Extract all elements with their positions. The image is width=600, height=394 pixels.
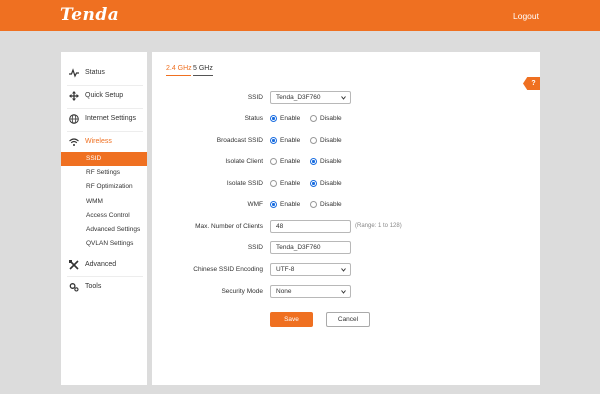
security-mode-value: None [276, 288, 292, 295]
submenu-rf-settings[interactable]: RF Settings [61, 166, 147, 180]
sidebar-item-internet-settings[interactable]: Internet Settings [61, 108, 147, 130]
save-button[interactable]: Save [270, 312, 313, 327]
submenu-label: Access Control [86, 212, 130, 219]
submenu-label: Advanced Settings [86, 226, 141, 233]
isolate-ssid-disable-radio[interactable] [310, 180, 317, 187]
sidebar-item-label: Advanced [85, 261, 117, 268]
cancel-button[interactable]: Cancel [326, 312, 370, 327]
submenu-label: WMM [86, 198, 103, 205]
sidebar-item-label: Status [85, 69, 105, 76]
ssid-input[interactable]: Tenda_D3F760 [270, 241, 351, 254]
broadcast-disable-label: Disable [320, 137, 342, 144]
status-enable-radio[interactable] [270, 115, 277, 122]
submenu-label: RF Optimization [86, 183, 133, 190]
wmf-enable-radio[interactable] [270, 201, 277, 208]
max-clients-label: Max. Number of Clients [195, 223, 263, 230]
submenu-label: SSID [86, 155, 102, 162]
submenu-advanced-settings[interactable]: Advanced Settings [61, 223, 147, 237]
tab-2-4ghz[interactable]: 2.4 GHz [166, 65, 192, 72]
submenu-ssid[interactable]: SSID [61, 152, 147, 166]
security-mode-label: Security Mode [221, 288, 263, 295]
max-clients-input[interactable]: 48 [270, 220, 351, 233]
globe-icon [69, 114, 79, 124]
sidebar-item-status[interactable]: Status [61, 62, 147, 84]
max-clients-value: 48 [276, 223, 284, 230]
isolate-client-disable-radio[interactable] [310, 158, 317, 165]
ssid-select-value: Tenda_D3F760 [276, 94, 321, 101]
wmf-disable-label: Disable [320, 201, 342, 208]
help-button[interactable]: ? [523, 77, 540, 90]
status-label: Status [244, 115, 263, 122]
wifi-icon [69, 138, 79, 146]
sidebar-item-label: Wireless [85, 138, 112, 145]
broadcast-ssid-label: Broadcast SSID [216, 137, 263, 144]
submenu-access-control[interactable]: Access Control [61, 209, 147, 223]
wmf-label: WMF [247, 201, 263, 208]
broadcast-disable-radio[interactable] [310, 137, 317, 144]
broadcast-enable-radio[interactable] [270, 137, 277, 144]
encoding-select-value: UTF-8 [276, 266, 295, 273]
sidebar-item-label: Internet Settings [85, 115, 136, 122]
encoding-label: Chinese SSID Encoding [193, 266, 263, 273]
sidebar-item-advanced[interactable]: Advanced [61, 254, 147, 276]
sidebar-item-label: Quick Setup [85, 92, 124, 99]
submenu-wmm[interactable]: WMM [61, 195, 147, 209]
max-clients-range-hint: (Range: 1 to 128) [355, 223, 402, 229]
pulse-icon [69, 68, 79, 78]
sidebar-item-wireless[interactable]: Wireless [61, 131, 147, 153]
status-enable-label: Enable [280, 115, 301, 122]
tab-underline [193, 75, 213, 76]
ssid-select-label: SSID [247, 94, 263, 101]
isolate-client-enable-label: Enable [280, 158, 301, 165]
isolate-client-disable-label: Disable [320, 158, 342, 165]
brand-logo: Tenda [60, 5, 120, 25]
submenu-label: QVLAN Settings [86, 240, 134, 247]
broadcast-enable-label: Enable [280, 137, 301, 144]
isolate-ssid-label: Isolate SSID [226, 180, 263, 187]
sidebar: Status Quick Setup Internet Settings Wir… [61, 52, 147, 385]
logout-link[interactable]: Logout [513, 11, 539, 21]
ssid-select[interactable]: Tenda_D3F760 [270, 91, 351, 104]
sidebar-item-quick-setup[interactable]: Quick Setup [61, 85, 147, 107]
isolate-client-label: Isolate Client [225, 158, 263, 165]
tab-5ghz[interactable]: 5 GHz [193, 65, 213, 72]
main-panel: 2.4 GHz 5 GHz ? SSID Tenda_D3F760 Status… [152, 52, 540, 385]
isolate-ssid-enable-label: Enable [280, 180, 301, 187]
sidebar-item-label: Tools [85, 283, 102, 290]
chevron-down-icon [341, 290, 346, 294]
isolate-client-enable-radio[interactable] [270, 158, 277, 165]
isolate-ssid-enable-radio[interactable] [270, 180, 277, 187]
chevron-down-icon [341, 96, 346, 100]
submenu-label: RF Settings [86, 169, 120, 176]
tab-active-underline [166, 75, 191, 76]
wmf-disable-radio[interactable] [310, 201, 317, 208]
chevron-down-icon [341, 268, 346, 272]
ssid-input-label: SSID [247, 244, 263, 251]
top-bar: Tenda Logout [0, 0, 600, 31]
ssid-input-value: Tenda_D3F760 [276, 244, 321, 251]
encoding-select[interactable]: UTF-8 [270, 263, 351, 276]
sidebar-item-tools[interactable]: Tools [61, 276, 147, 298]
status-disable-radio[interactable] [310, 115, 317, 122]
status-disable-label: Disable [320, 115, 342, 122]
wmf-enable-label: Enable [280, 201, 301, 208]
gear-icon [69, 283, 79, 292]
isolate-ssid-disable-label: Disable [320, 180, 342, 187]
submenu-qvlan-settings[interactable]: QVLAN Settings [61, 237, 147, 251]
move-arrows-icon [69, 91, 79, 101]
tools-cross-icon [69, 260, 79, 270]
submenu-rf-optimization[interactable]: RF Optimization [61, 180, 147, 194]
security-mode-select[interactable]: None [270, 285, 351, 298]
